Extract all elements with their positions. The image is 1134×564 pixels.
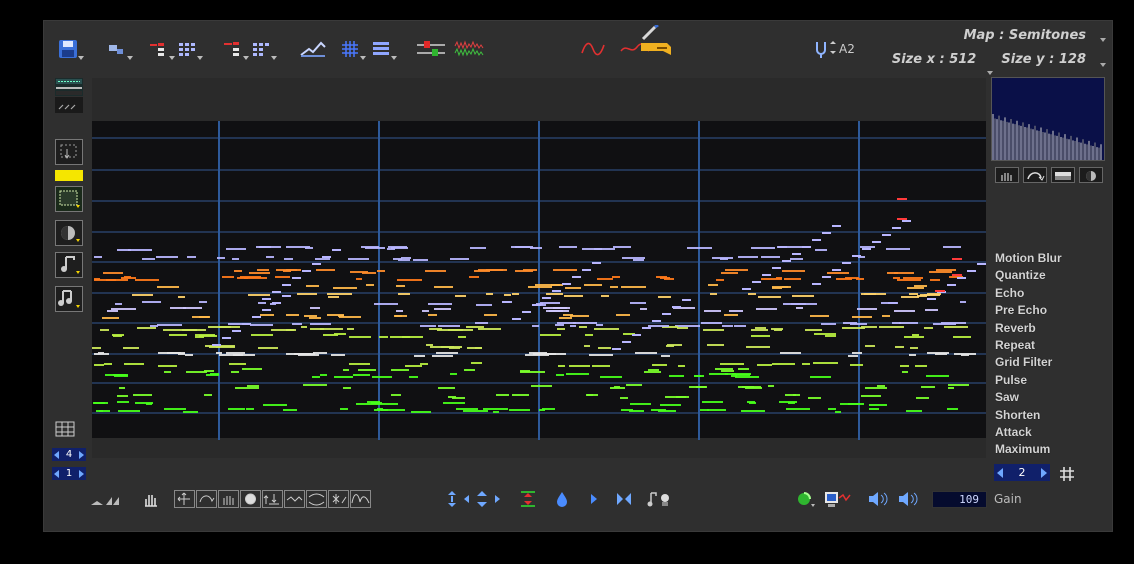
app-window: A2 Map : Semitones Size x : 512 Size y :… xyxy=(43,20,1113,532)
brush-dropper-icon[interactable] xyxy=(55,220,83,246)
selection-mask-icon[interactable] xyxy=(55,186,83,212)
note-chord-icon[interactable] xyxy=(55,286,83,312)
layers-icon[interactable] xyxy=(371,39,397,60)
save-icon[interactable] xyxy=(58,39,84,60)
beat-division-spinner[interactable]: 4 xyxy=(52,448,86,461)
grid-toggle-icon[interactable] xyxy=(55,421,75,437)
note-single-icon[interactable] xyxy=(55,252,83,278)
import-notes-icon[interactable] xyxy=(149,39,175,60)
hand-tool-icon[interactable] xyxy=(141,490,161,508)
effect-quantize[interactable]: Quantize xyxy=(995,267,1062,284)
effect-reverb[interactable]: Reverb xyxy=(995,320,1062,337)
effect-grid-filter[interactable]: Grid Filter xyxy=(995,354,1062,371)
import-grid-icon[interactable] xyxy=(177,39,203,60)
size-y-label[interactable]: Size y : 128 xyxy=(1001,52,1086,67)
export-notes-icon[interactable] xyxy=(223,39,249,60)
grid-view-icon[interactable] xyxy=(340,39,366,60)
speaker-left-icon[interactable] xyxy=(866,490,890,508)
select-region-icon[interactable] xyxy=(55,139,83,165)
note-metronome-icon[interactable] xyxy=(646,490,672,508)
play-right-icon[interactable] xyxy=(584,490,604,508)
effects-list: Motion Blur Quantize Echo Pre Echo Rever… xyxy=(995,250,1062,459)
note-grid[interactable] xyxy=(92,78,986,458)
mirror-icon[interactable] xyxy=(614,490,634,508)
hand-pan-icon[interactable] xyxy=(995,167,1019,183)
effect-saw[interactable]: Saw xyxy=(995,389,1062,406)
size-y-dropdown-caret[interactable] xyxy=(1100,63,1106,67)
size-x-label[interactable]: Size x : 512 xyxy=(892,52,977,67)
brush-tool-icon[interactable] xyxy=(107,39,133,60)
effect-maximum[interactable]: Maximum xyxy=(995,441,1062,458)
brightness-icon[interactable] xyxy=(1079,167,1103,183)
move-arrows-icon[interactable] xyxy=(462,490,502,508)
grid-hash-icon[interactable] xyxy=(1058,465,1076,483)
export-grid-icon[interactable] xyxy=(251,39,277,60)
effect-pre-echo[interactable]: Pre Echo xyxy=(995,302,1062,319)
pitch-value[interactable]: A2 xyxy=(839,42,855,56)
monitor-signal-icon[interactable] xyxy=(824,490,854,508)
redo-arrow-icon[interactable] xyxy=(1023,167,1047,183)
level-bar-icon[interactable] xyxy=(1051,167,1075,183)
effect-pulse[interactable]: Pulse xyxy=(995,372,1062,389)
effect-shorten[interactable]: Shorten xyxy=(995,407,1062,424)
effect-amount-spinner[interactable]: 2 xyxy=(994,464,1050,481)
gain-input[interactable]: 109 xyxy=(932,491,987,508)
compress-icon[interactable] xyxy=(518,490,538,508)
map-dropdown-caret[interactable] xyxy=(1100,38,1106,42)
waveform-icon[interactable] xyxy=(454,39,488,59)
color-swatch[interactable] xyxy=(55,170,83,181)
effect-repeat[interactable]: Repeat xyxy=(995,337,1062,354)
speaker-right-icon[interactable] xyxy=(896,490,920,508)
effect-echo[interactable]: Echo xyxy=(995,285,1062,302)
drop-icon[interactable] xyxy=(552,490,572,508)
refresh-play-icon[interactable] xyxy=(794,490,815,508)
spectrum-minimap[interactable] xyxy=(991,77,1105,161)
envelope-shapes-icon[interactable] xyxy=(90,490,124,508)
piano-roll-icon[interactable] xyxy=(299,39,327,59)
view-toggle-top-icon[interactable] xyxy=(55,78,83,96)
vertical-stretch-icon[interactable] xyxy=(442,490,462,508)
note-grid-canvas[interactable] xyxy=(92,78,986,458)
effect-motion-blur[interactable]: Motion Blur xyxy=(995,250,1062,267)
tuning-fork-icon[interactable] xyxy=(814,39,836,59)
transform-tools-group xyxy=(174,490,424,508)
map-mode-label[interactable]: Map : Semitones xyxy=(964,28,1086,43)
instrument-pen-icon[interactable] xyxy=(619,23,675,59)
size-labels: Size x : 512 Size y : 128 xyxy=(892,52,1086,75)
effect-attack[interactable]: Attack xyxy=(995,424,1062,441)
mixer-icon[interactable] xyxy=(416,39,446,59)
bar-division-spinner[interactable]: 1 xyxy=(52,467,86,480)
gain-label: Gain xyxy=(994,492,1022,506)
sine-wave-icon[interactable] xyxy=(580,39,606,59)
view-toggle-bottom-icon[interactable] xyxy=(55,97,83,113)
